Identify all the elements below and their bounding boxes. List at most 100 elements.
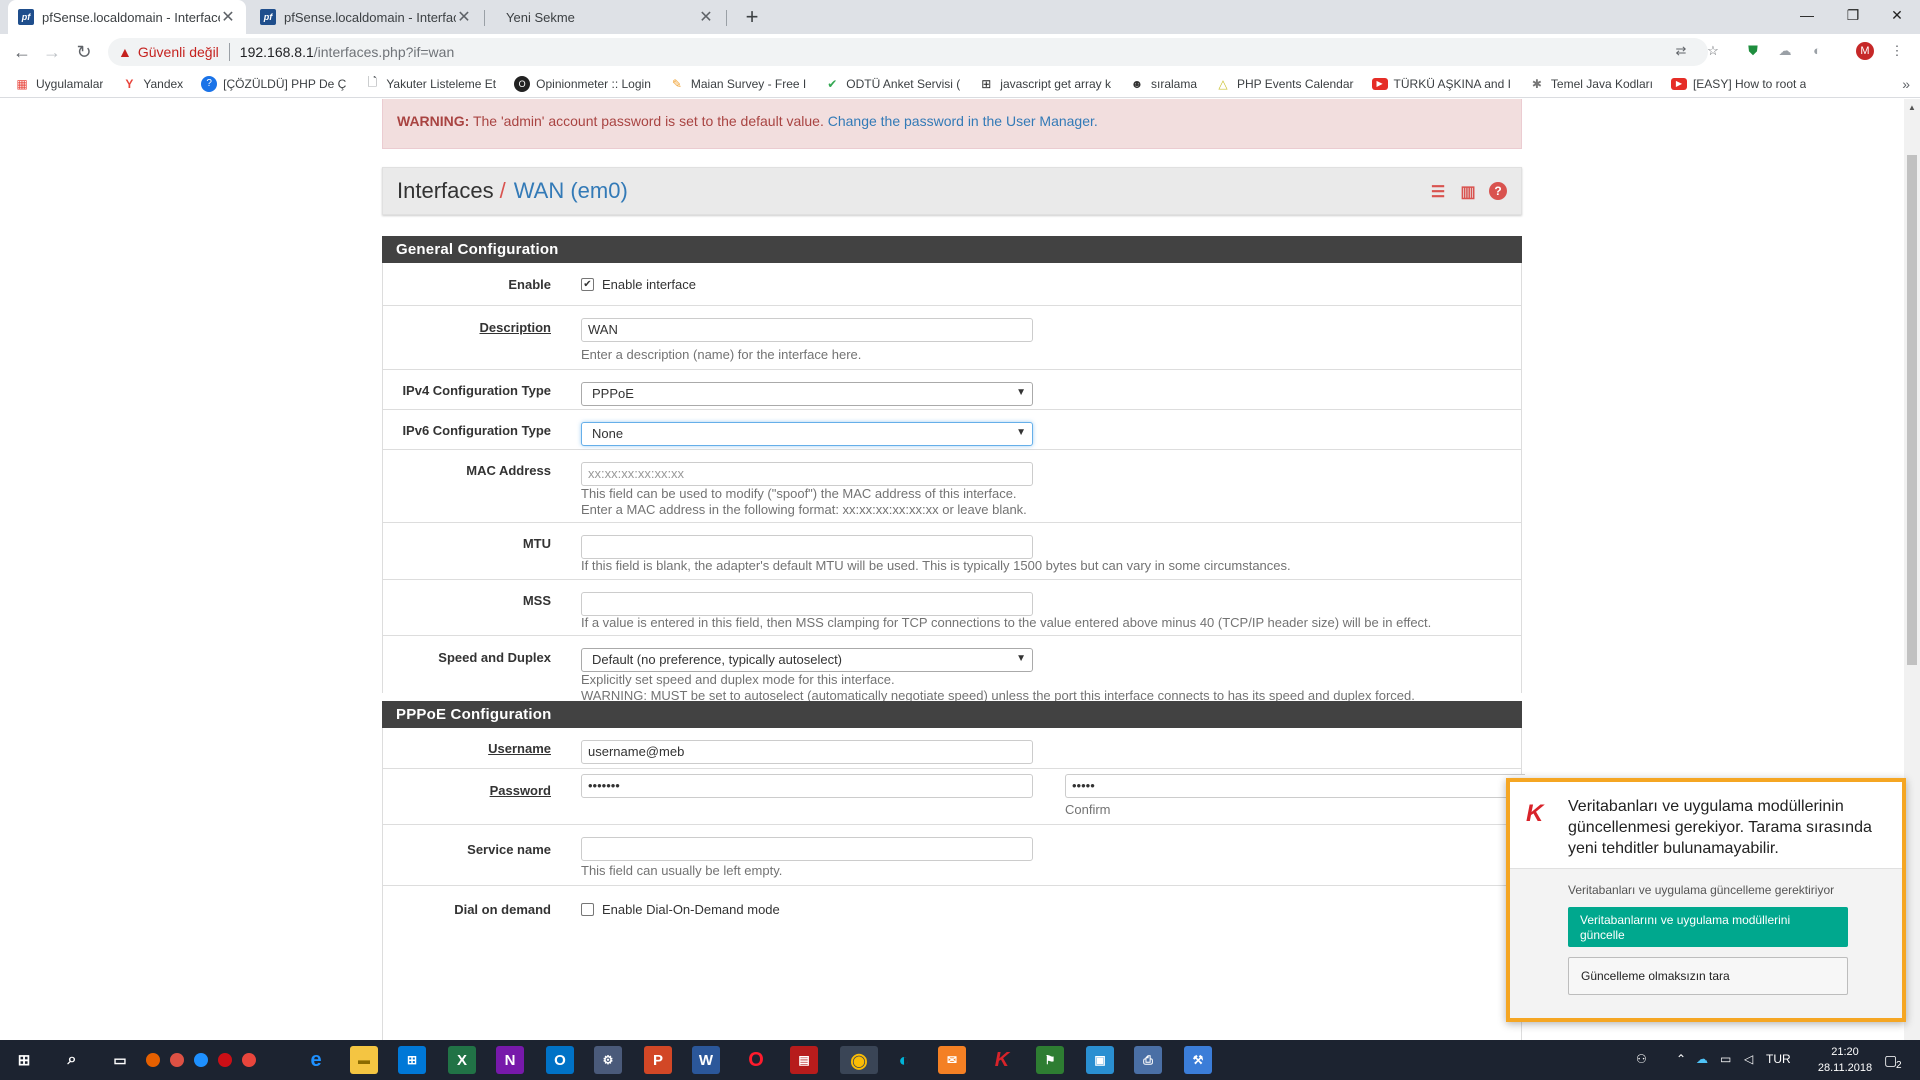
cloud-extension-icon[interactable]: ☁ [1776,42,1794,60]
update-databases-button[interactable]: Veritabanlarını ve uygulama modüllerini … [1568,907,1848,947]
user-manager-link[interactable]: Change the password in the User Manager. [828,113,1098,129]
password-label[interactable]: Password [383,783,551,798]
ipv4-type-select[interactable]: PPPoE ▼ [581,382,1033,406]
clock[interactable]: 21:20 28.11.2018 [1810,1044,1880,1076]
url-path[interactable]: /interfaces.php?if=wan [314,44,454,60]
bookmark-php-events[interactable]: △ PHP Events Calendar [1215,76,1353,92]
printer-icon[interactable]: ⎙ [1134,1046,1162,1074]
scroll-up-arrow-icon[interactable]: ▲ [1908,103,1916,112]
checkbox-checked-icon[interactable]: ✔ [581,278,594,291]
tab-pfsense-2[interactable]: pf pfSense.localdomain - Interfaces ✕ [250,0,482,34]
word-icon[interactable]: W [692,1046,720,1074]
bookmark-yandex[interactable]: Y Yandex [121,76,183,92]
translate-icon[interactable]: ⇄ [1672,42,1690,60]
windows-start-icon[interactable]: ⊞ [10,1046,38,1074]
bookmark-yakuter[interactable]: 🗋 Yakuter Listeleme Et [364,76,496,92]
onenote-icon[interactable]: N [496,1046,524,1074]
ie-icon[interactable] [194,1053,208,1067]
chrome-small-icon[interactable] [170,1053,184,1067]
bookmark-odtu[interactable]: ✔ ODTÜ Anket Servisi ( [824,76,960,92]
tab-close-icon[interactable]: ✕ [698,7,714,27]
page-scrollbar[interactable]: ▲ [1904,99,1920,1040]
file-explorer-icon[interactable]: ▬ [350,1046,378,1074]
bookmark-opinionmeter[interactable]: O Opinionmeter :: Login [514,75,651,92]
network-app-icon[interactable]: ⚙ [594,1046,622,1074]
scan-without-update-button[interactable]: Güncelleme olmaksızın tara [1568,957,1848,995]
language-indicator[interactable]: TUR [1766,1052,1791,1066]
chrome-icon[interactable]: ◉ [840,1046,878,1074]
bookmark-star-icon[interactable]: ☆ [1704,42,1722,60]
volume-icon[interactable]: ◁ [1744,1052,1753,1066]
reload-button[interactable]: ↻ [70,38,98,66]
help-icon[interactable]: ? [1489,182,1507,200]
minimize-button[interactable]: — [1784,0,1830,30]
speed-duplex-select[interactable]: Default (no preference, typically autose… [581,648,1033,672]
breadcrumb-current[interactable]: WAN (em0) [514,178,628,204]
powerpoint-icon[interactable]: P [644,1046,672,1074]
dial-on-demand-checkbox[interactable]: Enable Dial-On-Demand mode [581,902,780,917]
bookmark-java[interactable]: ✱ Temel Java Kodları [1529,76,1653,92]
warning-triangle-icon[interactable]: ▲ [118,44,132,60]
media-app-icon[interactable]: ▤ [790,1046,818,1074]
circle-extension-icon[interactable]: ◐ [1808,42,1826,60]
bookmark-maian[interactable]: ✎ Maian Survey - Free I [669,76,806,92]
app-orange-icon[interactable]: ✉ [938,1046,966,1074]
password-confirm-input[interactable]: ••••• [1065,774,1525,798]
people-icon[interactable]: ⚇ [1636,1052,1647,1066]
settings-app-icon[interactable]: ⚒ [1184,1046,1212,1074]
url-host[interactable]: 192.168.8.1 [240,44,314,60]
bookmark-cozuldu[interactable]: ? [ÇÖZÜLDÜ] PHP De Ç [201,75,346,92]
bookmark-siralama[interactable]: ☻ sıralama [1129,76,1197,92]
tab-close-icon[interactable]: ✕ [456,7,472,27]
yandex-browser-icon[interactable] [242,1053,256,1067]
scrollbar-thumb[interactable] [1907,155,1917,665]
checkbox-unchecked-icon[interactable] [581,903,594,916]
tray-chevron-up-icon[interactable]: ⌃ [1676,1052,1686,1066]
opera-small-icon[interactable] [218,1053,232,1067]
back-button[interactable]: ← [8,38,36,66]
bar-chart-icon[interactable]: ▥ [1459,182,1477,202]
password-input[interactable]: ••••••• [581,774,1033,798]
bookmarks-overflow-button[interactable]: » [1902,70,1910,98]
shield-extension-icon[interactable]: ⛊ [1744,42,1762,60]
sliders-icon[interactable]: ☰ [1429,182,1447,202]
tab-new-tab[interactable]: Yeni Sekme ✕ [488,0,724,34]
kebab-menu-icon[interactable]: ⋮ [1888,42,1906,60]
edge-icon[interactable]: e [302,1046,330,1074]
teamviewer-icon[interactable]: ◐ [890,1046,918,1074]
username-input[interactable]: username@meb [581,740,1033,764]
store-icon[interactable]: ⊞ [398,1046,426,1074]
firefox-icon[interactable] [146,1053,160,1067]
close-window-button[interactable]: ✕ [1874,0,1920,30]
monitor-app-icon[interactable]: ▣ [1086,1046,1114,1074]
onedrive-icon[interactable]: ☁ [1696,1052,1708,1066]
network-icon[interactable]: ▭ [1720,1052,1731,1066]
tab-close-icon[interactable]: ✕ [220,7,236,27]
profile-avatar[interactable]: M [1856,42,1874,60]
ipv6-type-select[interactable]: None ▼ [581,422,1033,446]
excel-icon[interactable]: X [448,1046,476,1074]
description-label[interactable]: Description [383,320,551,335]
bookmark-javascript[interactable]: ⊞ javascript get array k [978,76,1111,92]
bookmark-apps[interactable]: ▦ Uygulamalar [14,76,103,92]
mac-address-input[interactable]: xx:xx:xx:xx:xx:xx [581,462,1033,486]
bookmark-turku[interactable]: ▶ TÜRKÜ AŞKINA and I [1371,77,1511,91]
security-status-label[interactable]: Güvenli değil [138,44,219,60]
description-input[interactable]: WAN [581,318,1033,342]
forward-button[interactable]: → [38,38,66,66]
kaspersky-icon[interactable]: K [988,1046,1016,1074]
tab-pfsense-1[interactable]: pf pfSense.localdomain - Interfaces ✕ [8,0,246,34]
bookmark-root[interactable]: ▶ [EASY] How to root a [1670,77,1806,91]
opera-icon[interactable]: O [742,1046,770,1074]
enable-interface-checkbox[interactable]: ✔ Enable interface [581,277,696,292]
network-tool-icon[interactable]: ⚑ [1036,1046,1064,1074]
search-icon[interactable]: ⌕ [58,1046,86,1074]
outlook-icon[interactable]: O [546,1046,574,1074]
service-name-input[interactable] [581,837,1033,861]
address-bar[interactable]: ▲ Güvenli değil 192.168.8.1 /interfaces.… [108,38,1708,66]
task-view-icon[interactable]: ▭ [106,1046,134,1074]
username-label[interactable]: Username [383,741,551,756]
new-tab-button[interactable]: + [738,3,766,31]
restore-button[interactable]: ❐ [1830,0,1876,30]
breadcrumb-interfaces[interactable]: Interfaces [397,178,494,204]
